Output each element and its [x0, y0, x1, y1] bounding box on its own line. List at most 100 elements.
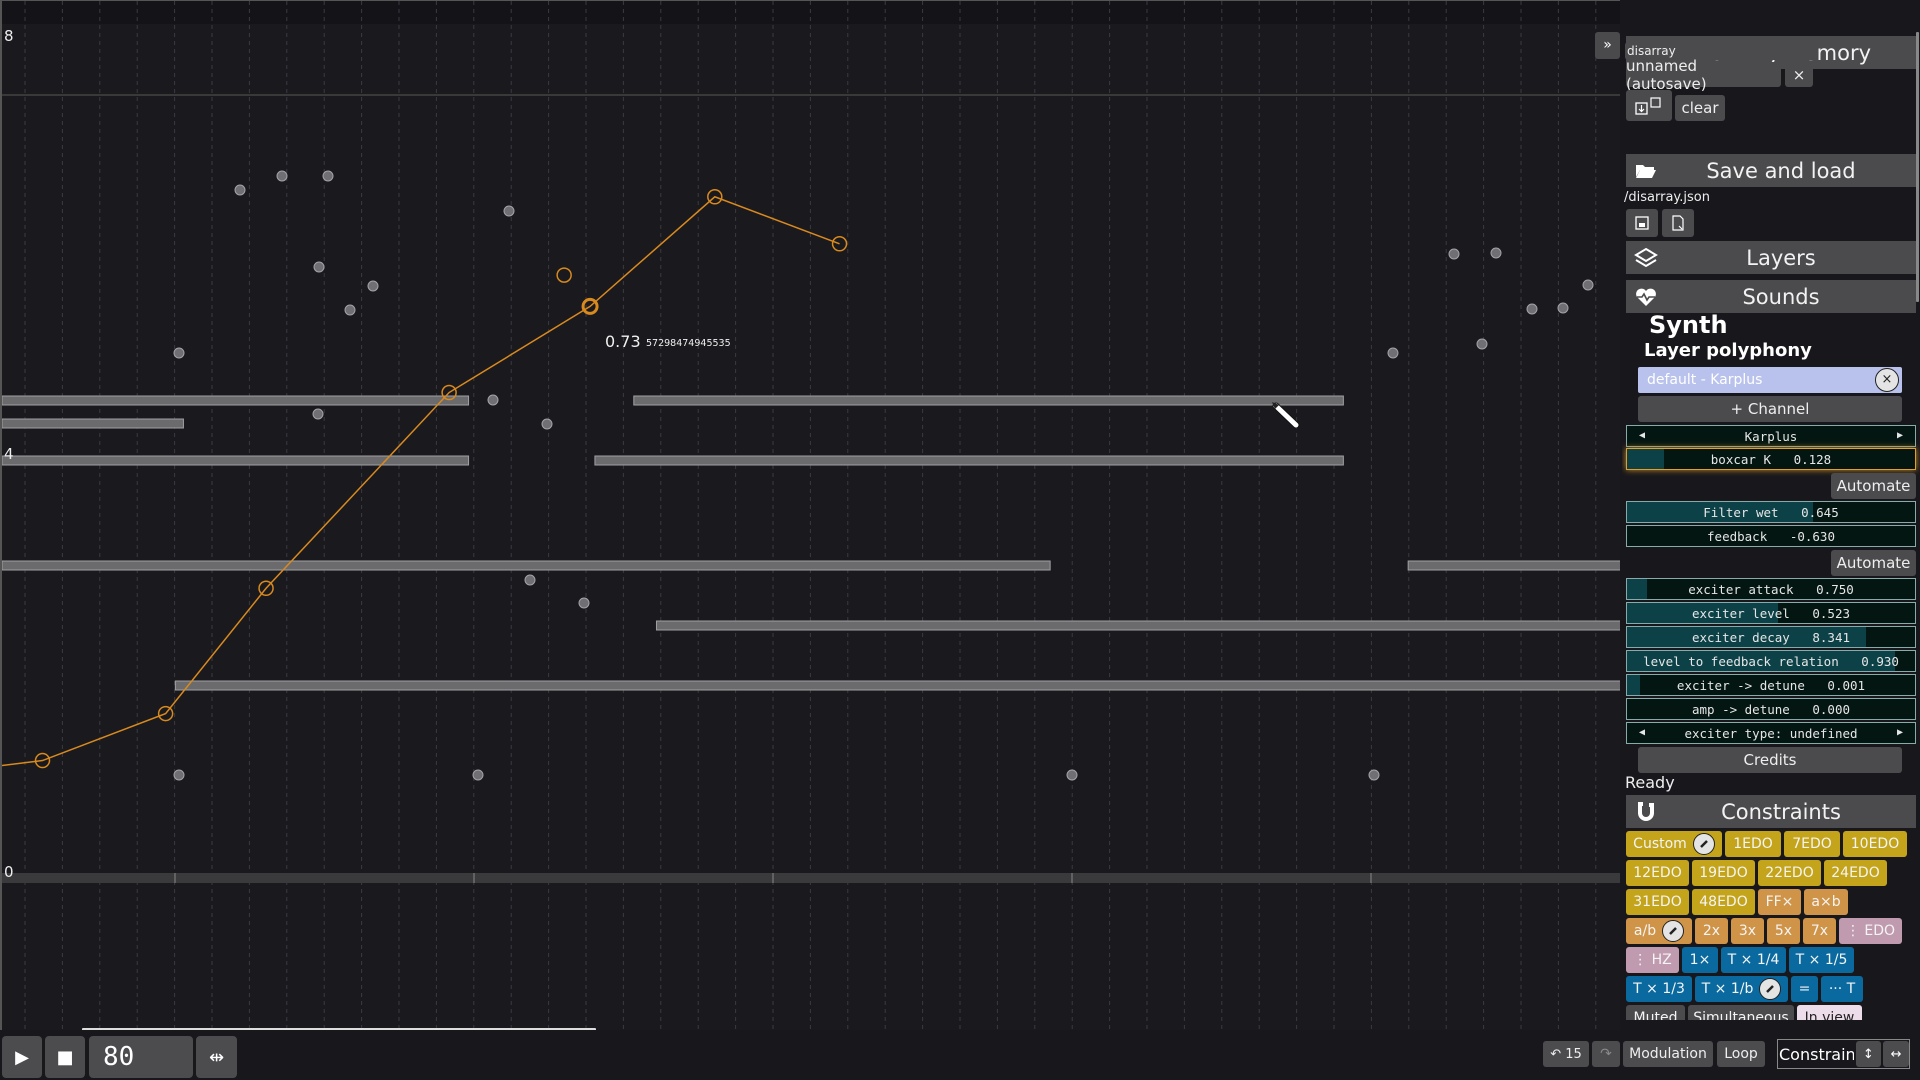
collapse-panel-button[interactable]: » — [1595, 32, 1620, 59]
add-channel-button[interactable]: + Channel — [1638, 396, 1902, 422]
exciter-type-selector[interactable]: ◀ exciter type: undefined ▶ — [1626, 722, 1916, 744]
constraint-chip-t-1-4[interactable]: T × 1/4 — [1721, 947, 1786, 973]
constraint-chip-[interactable]: = — [1791, 976, 1818, 1002]
next-arrow-icon[interactable]: ▶ — [1897, 430, 1903, 441]
undo-button[interactable]: ↶ 15 — [1543, 1041, 1589, 1067]
constraint-chip-31edo[interactable]: 31EDO — [1626, 889, 1689, 915]
sound-point[interactable] — [503, 205, 515, 217]
sound-point[interactable] — [1582, 279, 1594, 291]
load-file-button[interactable] — [1662, 209, 1694, 237]
instrument-selector[interactable]: ◀ Karplus ▶ — [1626, 425, 1916, 447]
sound-point[interactable] — [524, 574, 536, 586]
constraint-chip-a-b[interactable]: a×b — [1804, 889, 1848, 915]
constraint-chip-7x[interactable]: 7x — [1803, 918, 1836, 944]
piano-roll-grid[interactable] — [2, 1, 1620, 1030]
close-slot-button[interactable]: × — [1785, 62, 1813, 87]
param-slider-exciter-detune[interactable]: exciter -> detune 0.001 — [1626, 674, 1916, 696]
param-slider-feedback[interactable]: feedback -0.630 — [1626, 525, 1916, 547]
sound-point[interactable] — [578, 597, 590, 609]
note-bar[interactable] — [2, 395, 470, 406]
tempo-input[interactable]: 80 — [89, 1036, 193, 1078]
constraint-chip-19edo[interactable]: 19EDO — [1692, 860, 1755, 886]
previous-arrow-icon[interactable]: ◀ — [1639, 727, 1645, 738]
save-file-button[interactable] — [1626, 209, 1658, 237]
constraint-chip-t[interactable]: ··· T — [1821, 976, 1863, 1002]
constraint-chip-48edo[interactable]: 48EDO — [1692, 889, 1755, 915]
clear-memory-button[interactable]: clear — [1675, 95, 1725, 121]
fit-view-button[interactable]: ⇹ — [196, 1036, 237, 1078]
sound-point[interactable] — [1368, 769, 1380, 781]
remove-channel-button[interactable]: × — [1875, 368, 1899, 392]
pencil-icon[interactable] — [1692, 833, 1715, 855]
redo-button[interactable]: ↷ — [1592, 1041, 1620, 1067]
constraint-chip-12edo[interactable]: 12EDO — [1626, 860, 1689, 886]
constraint-chip-7edo[interactable]: 7EDO — [1784, 831, 1840, 857]
loop-button[interactable]: Loop — [1717, 1041, 1765, 1067]
constraint-chip-1[interactable]: 1× — [1682, 947, 1718, 973]
store-memory-button[interactable] — [1626, 90, 1672, 121]
sound-point[interactable] — [1066, 769, 1078, 781]
constraint-mode-muted[interactable]: Muted — [1626, 1005, 1685, 1020]
sound-point[interactable] — [312, 408, 324, 420]
note-bar[interactable] — [655, 620, 1620, 631]
sound-point[interactable] — [1557, 302, 1569, 314]
constraint-chip-t-1-3[interactable]: T × 1/3 — [1626, 976, 1692, 1002]
note-bar[interactable] — [2, 560, 1051, 571]
constraint-chip-24edo[interactable]: 24EDO — [1824, 860, 1887, 886]
sound-point[interactable] — [234, 184, 246, 196]
horizontal-scrollbar[interactable] — [82, 1028, 596, 1030]
sound-point[interactable] — [344, 304, 356, 316]
sound-point[interactable] — [322, 170, 334, 182]
constraint-chip-edo[interactable]: ⋮ EDO — [1839, 918, 1902, 944]
previous-arrow-icon[interactable]: ◀ — [1639, 430, 1645, 441]
param-slider-amp-detune[interactable]: amp -> detune 0.000 — [1626, 698, 1916, 720]
constraint-chip-a-b[interactable]: a/b — [1626, 918, 1692, 944]
save-load-header[interactable]: Save and load — [1626, 154, 1916, 187]
sound-point[interactable] — [1490, 247, 1502, 259]
constrain-vertical-button[interactable]: ↕ — [1855, 1041, 1882, 1067]
note-bar[interactable] — [1407, 560, 1620, 571]
constraint-chip-10edo[interactable]: 10EDO — [1843, 831, 1907, 857]
constraint-chip-hz[interactable]: ⋮ HZ — [1626, 947, 1679, 973]
sounds-header[interactable]: Sounds — [1626, 280, 1916, 313]
sound-point[interactable] — [1387, 347, 1399, 359]
constraint-mode-in-view[interactable]: In view — [1797, 1005, 1862, 1020]
param-slider-exciter-attack[interactable]: exciter attack 0.750 — [1626, 578, 1916, 600]
constraint-chip-ff[interactable]: FF× — [1758, 889, 1801, 915]
constraint-chip-2x[interactable]: 2x — [1695, 918, 1728, 944]
constrain-horizontal-button[interactable]: ↔ — [1883, 1041, 1909, 1067]
pencil-icon[interactable] — [1662, 920, 1685, 942]
sound-point[interactable] — [367, 280, 379, 292]
sound-point[interactable] — [472, 769, 484, 781]
modulation-button[interactable]: Modulation — [1623, 1041, 1713, 1067]
credits-button[interactable]: Credits — [1638, 747, 1902, 773]
automate-button[interactable]: Automate — [1831, 550, 1916, 576]
param-slider-boxcar-k[interactable]: boxcar K 0.128 — [1626, 448, 1916, 470]
piano-roll-canvas[interactable]: 8 4 0 » 0.73 57298474945535 — [0, 0, 1620, 1030]
automate-button[interactable]: Automate — [1831, 473, 1916, 499]
sound-point[interactable] — [173, 769, 185, 781]
sound-point[interactable] — [1448, 248, 1460, 260]
note-bar[interactable] — [174, 680, 1620, 691]
next-arrow-icon[interactable]: ▶ — [1897, 727, 1903, 738]
sound-point[interactable] — [1476, 338, 1488, 350]
param-slider-exciter-level[interactable]: exciter level 0.523 — [1626, 602, 1916, 624]
constraints-header[interactable]: Constraints — [1626, 795, 1916, 828]
constraint-chip-t-1-b[interactable]: T × 1/b — [1695, 976, 1788, 1002]
sound-point[interactable] — [1526, 303, 1538, 315]
note-bar[interactable] — [633, 395, 1344, 406]
constraint-chip-5x[interactable]: 5x — [1767, 918, 1800, 944]
constraint-chip-t-1-5[interactable]: T × 1/5 — [1789, 947, 1854, 973]
constraint-chip-custom[interactable]: Custom — [1626, 831, 1722, 857]
stop-button[interactable]: ■ — [45, 1036, 85, 1078]
sound-point[interactable] — [313, 261, 325, 273]
sound-point[interactable] — [487, 394, 499, 406]
layers-header[interactable]: Layers — [1626, 241, 1916, 274]
sound-point[interactable] — [173, 347, 185, 359]
panel-scrollbar[interactable] — [1916, 32, 1919, 302]
param-slider-filter-wet[interactable]: Filter wet 0.645 — [1626, 501, 1916, 523]
channel-select[interactable]: default - Karplus × — [1638, 367, 1902, 393]
constraint-mode-simultaneous[interactable]: Simultaneous — [1688, 1005, 1794, 1020]
note-bar[interactable] — [2, 418, 184, 429]
sound-point[interactable] — [541, 418, 553, 430]
